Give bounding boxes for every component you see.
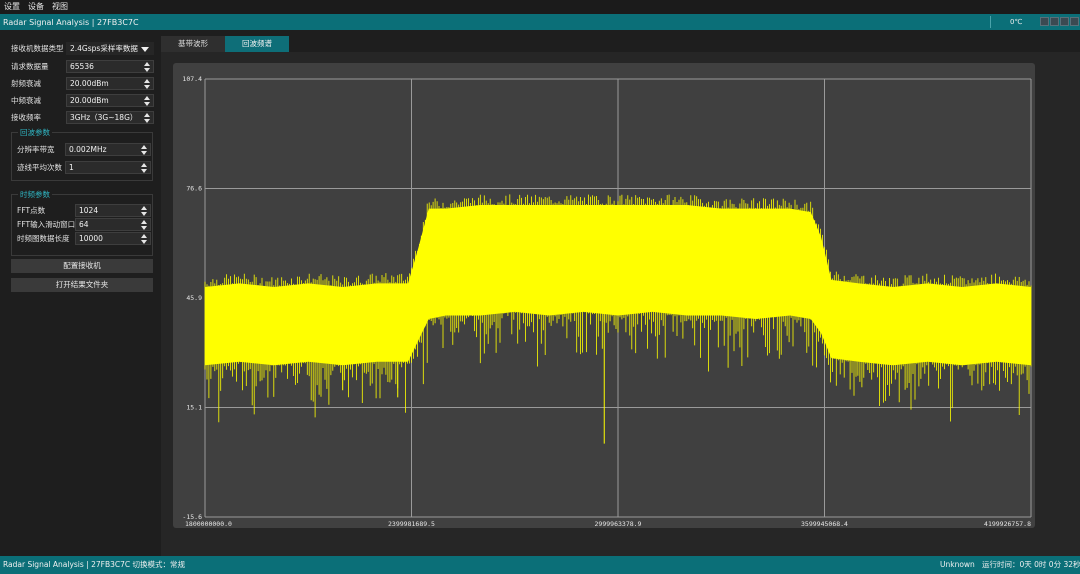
echo-params-title: 回波参数 (18, 127, 52, 138)
fft-window-value: 64 (79, 219, 89, 229)
spin-arrows-icon[interactable] (141, 162, 147, 173)
status-mode-text: Radar Signal Analysis | 27FB3C7C 切换模式：常规 (3, 560, 185, 569)
if-atten-label: 中频衰减 (11, 95, 41, 105)
request-count-label: 请求数据量 (11, 61, 49, 71)
spin-arrows-icon[interactable] (144, 61, 150, 72)
rx-freq-spinbox[interactable]: 3GHz（3G~18G） (66, 110, 154, 124)
if-atten-row: 中频衰减 20.00dBm (11, 93, 155, 107)
trace-avg-value: 1 (69, 162, 74, 172)
tf-params-title: 时频参数 (18, 189, 52, 200)
fft-points-label: FFT点数 (17, 205, 46, 215)
rbw-label: 分辨率带宽 (17, 144, 55, 154)
request-count-spinbox[interactable]: 65536 (66, 59, 154, 73)
fft-points-row: FFT点数 1024 (17, 203, 151, 217)
fft-window-label: FFT输入滑动窗口 (17, 219, 76, 229)
menu-settings[interactable]: 设置 (4, 0, 20, 14)
spin-arrows-icon[interactable] (141, 233, 147, 244)
tf-length-value: 10000 (79, 233, 103, 243)
tab-baseband-waveform[interactable]: 基带波形 (161, 36, 225, 52)
control-panel: 接收机数据类型 2.4Gsps采样率数据 请求数据量 65536 射频衰减 20… (0, 30, 160, 556)
rf-atten-value: 20.00dBm (70, 78, 109, 88)
status-tile-icon[interactable] (1040, 17, 1049, 26)
x-tick-label: 4199926757.8 (984, 520, 1031, 528)
if-atten-value: 20.00dBm (70, 95, 109, 105)
titlebar-divider (990, 16, 991, 28)
temperature-readout: 0℃ (1010, 18, 1023, 26)
y-tick-label: -15.6 (182, 513, 202, 521)
data-type-label: 接收机数据类型 (11, 43, 64, 53)
request-count-value: 65536 (70, 61, 94, 71)
spin-arrows-icon[interactable] (141, 144, 147, 155)
spin-arrows-icon[interactable] (144, 78, 150, 89)
tf-params-group: 时频参数 FFT点数 1024 FFT输入滑动窗口 64 时频图数据长度 100… (11, 189, 153, 256)
tf-length-row: 时频图数据长度 10000 (17, 231, 151, 245)
title-bar: Radar Signal Analysis | 27FB3C7C 0℃ (0, 14, 1080, 30)
fft-window-row: FFT输入滑动窗口 64 (17, 217, 151, 231)
if-atten-spinbox[interactable]: 20.00dBm (66, 93, 154, 107)
echo-params-group: 回波参数 分辨率带宽 0.002MHz 迹线平均次数 1 (11, 127, 153, 181)
fft-points-spinbox[interactable]: 1024 (75, 203, 151, 217)
status-tile-icon[interactable] (1050, 17, 1059, 26)
y-tick-label: 76.6 (186, 185, 202, 193)
rbw-value: 0.002MHz (69, 144, 107, 154)
fft-points-value: 1024 (79, 205, 99, 215)
tab-echo-spectrum[interactable]: 回波频谱 (225, 36, 289, 52)
menu-bar: 设置 设备 视图 (0, 0, 1080, 14)
y-tick-label: 15.1 (186, 404, 202, 412)
view-tabs: 基带波形 回波频谱 (161, 36, 289, 52)
fft-window-spinbox[interactable]: 64 (75, 217, 151, 231)
spectrum-chart[interactable]: 1800000000.0 2399981689.5 2999963378.9 3599… (173, 63, 1035, 528)
plot-frame: 1800000000.0 2399981689.5 2999963378.9 3599… (173, 63, 1035, 528)
request-count-row: 请求数据量 65536 (11, 59, 155, 73)
x-tick-label: 2999963378.9 (595, 520, 642, 528)
spin-arrows-icon[interactable] (144, 95, 150, 106)
tf-length-spinbox[interactable]: 10000 (75, 231, 151, 245)
x-tick-label: 3599945068.4 (801, 520, 848, 528)
y-tick-label: 107.4 (182, 75, 202, 83)
x-tick-label: 2399981689.5 (388, 520, 435, 528)
data-type-row: 接收机数据类型 2.4Gsps采样率数据 (11, 41, 155, 55)
rx-freq-row: 接收频率 3GHz（3G~18G） (11, 110, 155, 124)
rf-atten-spinbox[interactable]: 20.00dBm (66, 76, 154, 90)
rf-atten-label: 射频衰减 (11, 78, 41, 88)
status-unknown: Unknown (940, 560, 975, 569)
status-bar: Radar Signal Analysis | 27FB3C7C 切换模式：常规… (0, 556, 1080, 574)
x-tick-label: 1800000000.0 (185, 520, 232, 528)
data-type-select[interactable]: 2.4Gsps采样率数据 (66, 41, 154, 55)
tf-length-label: 时频图数据长度 (17, 233, 70, 243)
status-runtime: 运行时间：0天 0时 0分 32秒 (982, 560, 1080, 569)
rbw-row: 分辨率带宽 0.002MHz (17, 142, 151, 156)
window-tiles (1040, 17, 1079, 26)
spectrum-view: 1800000000.0 2399981689.5 2999963378.9 3599… (161, 52, 1080, 556)
spin-arrows-icon[interactable] (141, 205, 147, 216)
rf-atten-row: 射频衰减 20.00dBm (11, 76, 155, 90)
rx-freq-value: 3GHz（3G~18G） (70, 112, 138, 122)
open-results-folder-button[interactable]: 打开结果文件夹 (11, 278, 153, 292)
window-title: Radar Signal Analysis | 27FB3C7C (3, 17, 139, 27)
data-type-value: 2.4Gsps采样率数据 (70, 43, 138, 53)
spin-arrows-icon[interactable] (144, 112, 150, 123)
menu-device[interactable]: 设备 (28, 0, 44, 14)
trace-avg-label: 迹线平均次数 (17, 162, 62, 172)
y-tick-label: 45.9 (186, 294, 202, 302)
spin-arrows-icon[interactable] (141, 219, 147, 230)
status-tile-icon[interactable] (1060, 17, 1069, 26)
configure-receiver-button[interactable]: 配置接收机 (11, 259, 153, 273)
rx-freq-label: 接收频率 (11, 112, 41, 122)
menu-view[interactable]: 视图 (52, 0, 68, 14)
status-tile-icon[interactable] (1070, 17, 1079, 26)
rbw-spinbox[interactable]: 0.002MHz (65, 142, 151, 156)
chevron-down-icon (141, 46, 149, 52)
trace-avg-spinbox[interactable]: 1 (65, 160, 151, 174)
trace-avg-row: 迹线平均次数 1 (17, 160, 151, 174)
